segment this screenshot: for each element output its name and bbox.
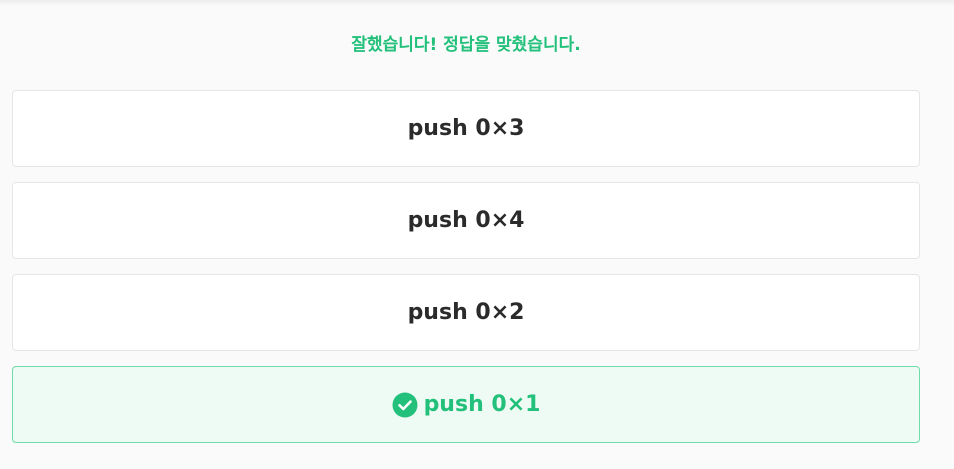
header-shadow xyxy=(0,0,954,6)
answer-option-label: push 0×2 xyxy=(407,300,525,325)
answer-option-label: push 0×3 xyxy=(407,116,525,141)
feedback-message: 잘했습니다! 정답을 맞췄습니다. xyxy=(351,35,581,55)
answer-option[interactable]: push 0×3 xyxy=(12,90,920,167)
answer-option[interactable]: push 0×2 xyxy=(12,274,920,351)
answer-options: push 0×3 push 0×4 push 0×2 push 0×1 xyxy=(12,90,920,458)
answer-option-label: push 0×4 xyxy=(407,208,525,233)
answer-option-label: push 0×1 xyxy=(423,392,541,417)
answer-option-correct[interactable]: push 0×1 xyxy=(12,366,920,443)
check-circle-icon xyxy=(392,392,418,418)
answer-option[interactable]: push 0×4 xyxy=(12,182,920,259)
